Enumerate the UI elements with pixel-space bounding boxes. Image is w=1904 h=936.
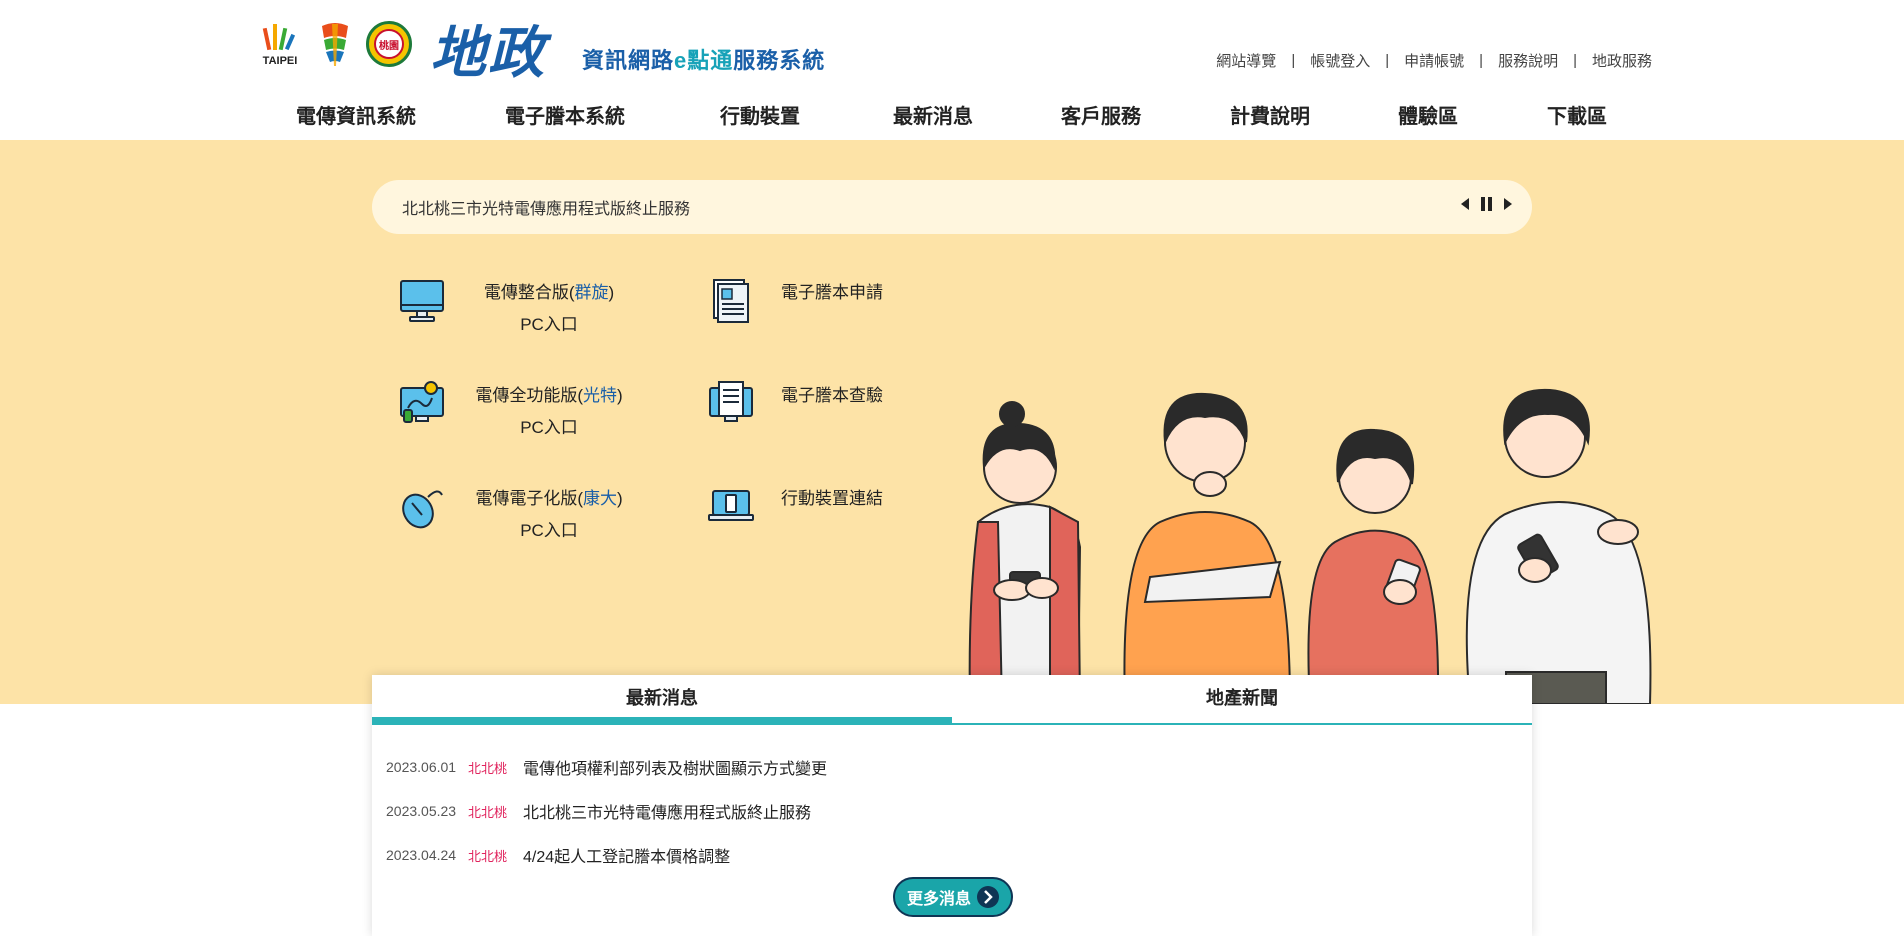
service-vendor: 群旋 [574,283,609,302]
link-sitemap[interactable]: 網站導覽 [1216,50,1276,71]
service-full-function-label: 電傳全功能版(光特) PC入口 [474,380,624,444]
document-icon [707,277,755,325]
brand-subtitle: 資訊網路e點通服務系統 [582,43,825,75]
announcement-ticker: 北北桃三市光特電傳應用程式版終止服務 [372,180,1532,234]
monitor-icon [398,277,446,325]
news-date: 2023.05.23 [386,803,457,819]
nav-mobile[interactable]: 行動裝置 [720,100,800,129]
news-title[interactable]: 4/24起人工登記謄本價格調整 [523,843,730,867]
nav-download[interactable]: 下載區 [1547,100,1607,129]
ticker-pause-icon[interactable] [1481,197,1492,211]
site-header: TAIPEI 桃園 地政 資訊網路e點通服務系統 網站導覽 | 帳號登入 | 申… [0,0,1904,140]
nav-pricing[interactable]: 計費說明 [1230,100,1310,129]
divider: | [1291,52,1296,69]
news-date: 2023.04.24 [386,847,457,863]
news-panel: 最新消息 地產新聞 2023.06.01 北北桃 電傳他項權利部列表及樹狀圖顯示… [372,675,1532,936]
news-list: 2023.06.01 北北桃 電傳他項權利部列表及樹狀圖顯示方式變更 2023.… [372,725,1532,877]
brand-subtitle-c: 服務系統 [733,48,826,73]
utility-links: 網站導覽 | 帳號登入 | 申請帳號 | 服務說明 | 地政服務 [1216,50,1652,71]
taoyuan-logo[interactable]: 桃園 [366,21,412,67]
taipei-logo[interactable]: TAIPEI [257,22,303,68]
news-title[interactable]: 電傳他項權利部列表及樹狀圖顯示方式變更 [523,755,827,779]
ticker-prev-icon[interactable] [1461,198,1469,210]
people-illustration [950,372,1660,705]
computer-idea-icon [398,380,446,428]
news-tabs: 最新消息 地產新聞 [372,675,1532,725]
divider: | [1479,52,1484,69]
main-nav: 電傳資訊系統 電子謄本系統 行動裝置 最新消息 客戶服務 計費說明 體驗區 下載… [275,100,1635,130]
nav-telecom-system[interactable]: 電傳資訊系統 [296,100,416,129]
service-mobile-link[interactable]: 行動裝置連結 [707,483,883,531]
tab-property-news[interactable]: 地產新聞 [952,675,1532,723]
list-item[interactable]: 2023.06.01 北北桃 電傳他項權利部列表及樹狀圖顯示方式變更 [386,745,1518,789]
service-integrated-label: 電傳整合版(群旋) PC入口 [474,277,624,341]
service-entry: PC入口 [520,418,578,437]
link-register[interactable]: 申請帳號 [1404,50,1464,71]
service-name: 電傳電子化版( [475,489,583,508]
news-title[interactable]: 北北桃三市光特電傳應用程式版終止服務 [523,799,811,823]
service-entry: PC入口 [520,521,578,540]
service-name: 電傳整合版( [483,283,575,302]
service-e-transcript-verify[interactable]: 電子謄本查驗 [707,380,883,428]
nav-latest-news[interactable]: 最新消息 [893,100,973,129]
list-item[interactable]: 2023.04.24 北北桃 4/24起人工登記謄本價格調整 [386,833,1518,877]
news-tag: 北北桃 [468,804,508,820]
news-tag: 北北桃 [468,848,508,864]
service-e-transcript-verify-label: 電子謄本查驗 [781,386,883,405]
more-news-label: 更多消息 [906,891,971,908]
mouse-icon [398,483,446,531]
service-electronic[interactable]: 電傳電子化版(康大) PC入口 [398,483,624,547]
nav-e-transcript-system[interactable]: 電子謄本系統 [505,100,625,129]
link-login[interactable]: 帳號登入 [1310,50,1370,71]
service-mobile-link-label: 行動裝置連結 [781,489,883,508]
service-e-transcript-apply[interactable]: 電子謄本申請 [707,277,883,325]
service-vendor: 康大 [583,489,617,508]
link-land-service[interactable]: 地政服務 [1592,50,1652,71]
service-name: 電傳全功能版( [475,386,583,405]
ticker-text[interactable]: 北北桃三市光特電傳應用程式版終止服務 [402,195,690,219]
document-verify-icon [707,380,755,428]
taipei-logo-text: TAIPEI [263,55,298,67]
service-electronic-label: 電傳電子化版(康大) PC入口 [474,483,624,547]
service-vendor: 光特 [583,386,617,405]
service-close: ) [617,386,623,405]
divider: | [1385,52,1390,69]
brand-subtitle-a: 資訊網路 [582,48,675,73]
news-tag: 北北桃 [468,760,508,776]
service-entry: PC入口 [520,315,578,334]
ticker-controls [1461,197,1512,211]
nav-trial[interactable]: 體驗區 [1398,100,1458,129]
service-integrated[interactable]: 電傳整合版(群旋) PC入口 [398,277,624,341]
brand-subtitle-e: e [674,48,688,73]
divider: | [1573,52,1577,69]
service-close: ) [617,489,623,508]
new-taipei-logo[interactable] [316,20,354,68]
link-service-info[interactable]: 服務說明 [1498,50,1558,71]
service-e-transcript-apply-label: 電子謄本申請 [781,283,883,302]
list-item[interactable]: 2023.05.23 北北桃 北北桃三市光特電傳應用程式版終止服務 [386,789,1518,833]
nav-customer-service[interactable]: 客戶服務 [1061,100,1141,129]
service-full-function[interactable]: 電傳全功能版(光特) PC入口 [398,380,624,444]
tab-latest-news[interactable]: 最新消息 [372,675,952,723]
service-close: ) [608,283,615,302]
ticker-next-icon[interactable] [1504,198,1512,210]
brand-subtitle-b: 點通 [687,48,734,73]
taoyuan-logo-text: 桃園 [374,29,404,59]
news-date: 2023.06.01 [386,759,457,775]
laptop-mobile-icon [707,483,755,531]
brand-title[interactable]: 地政 [430,8,546,89]
chevron-right-icon [977,886,999,908]
more-news-button[interactable]: 更多消息 [893,877,1013,917]
